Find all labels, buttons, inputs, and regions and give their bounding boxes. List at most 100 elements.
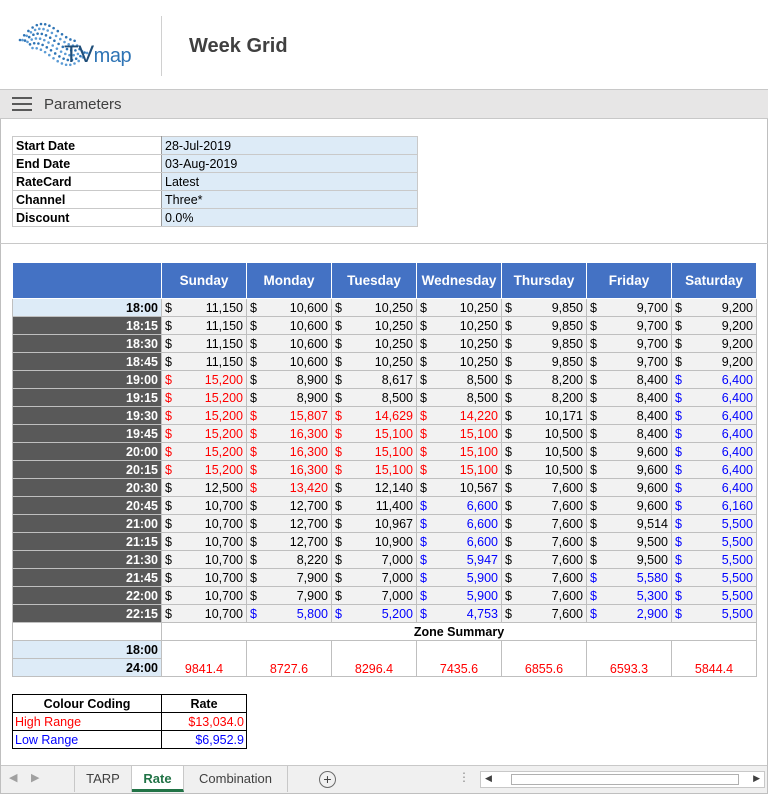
rate-cell[interactable]: $15,200	[161, 406, 247, 425]
rate-cell[interactable]: $6,400	[671, 406, 757, 425]
rate-cell[interactable]: $10,700	[161, 586, 247, 605]
hamburger-menu-icon[interactable]	[12, 97, 32, 113]
rate-cell[interactable]: $6,600	[416, 496, 502, 515]
rate-cell[interactable]: $8,900	[246, 370, 332, 389]
tab-scroll-left-icon[interactable]: ◀	[9, 771, 17, 784]
rate-cell[interactable]: $5,580	[586, 568, 672, 587]
rate-cell[interactable]: $5,900	[416, 586, 502, 605]
rate-cell[interactable]: $5,300	[586, 586, 672, 605]
rate-cell[interactable]: $8,400	[586, 424, 672, 443]
rate-cell[interactable]: $10,700	[161, 514, 247, 533]
rate-cell[interactable]: $12,140	[331, 478, 417, 497]
parameter-value[interactable]: 0.0%	[161, 208, 418, 227]
rate-cell[interactable]: $5,200	[331, 604, 417, 623]
rate-cell[interactable]: $16,300	[246, 442, 332, 461]
rate-cell[interactable]: $9,600	[586, 460, 672, 479]
rate-cell[interactable]: $11,400	[331, 496, 417, 515]
rate-cell[interactable]: $12,700	[246, 514, 332, 533]
rate-cell[interactable]: $10,700	[161, 496, 247, 515]
scroll-right-icon[interactable]: ▶	[753, 773, 760, 784]
rate-cell[interactable]: $5,947	[416, 550, 502, 569]
rate-cell[interactable]: $10,250	[331, 298, 417, 317]
rate-cell[interactable]: $5,500	[671, 604, 757, 623]
rate-cell[interactable]: $5,500	[671, 532, 757, 551]
rate-cell[interactable]: $10,500	[501, 424, 587, 443]
rate-cell[interactable]: $10,250	[416, 334, 502, 353]
more-options-icon[interactable]: ⋮	[458, 770, 470, 784]
rate-cell[interactable]: $7,600	[501, 550, 587, 569]
rate-cell[interactable]: $9,850	[501, 352, 587, 371]
parameter-value[interactable]: Latest	[161, 172, 418, 191]
rate-cell[interactable]: $10,600	[246, 334, 332, 353]
rate-cell[interactable]: $9,700	[586, 352, 672, 371]
rate-cell[interactable]: $11,150	[161, 316, 247, 335]
rate-cell[interactable]: $10,567	[416, 478, 502, 497]
parameter-value[interactable]: Three*	[161, 190, 418, 209]
rate-cell[interactable]: $15,100	[416, 460, 502, 479]
rate-cell[interactable]: $10,700	[161, 550, 247, 569]
rate-cell[interactable]: $15,100	[331, 442, 417, 461]
rate-cell[interactable]: $6,600	[416, 514, 502, 533]
rate-cell[interactable]: $6,400	[671, 460, 757, 479]
rate-cell[interactable]: $5,500	[671, 586, 757, 605]
rate-cell[interactable]: $12,700	[246, 532, 332, 551]
rate-cell[interactable]: $16,300	[246, 424, 332, 443]
rate-cell[interactable]: $9,700	[586, 316, 672, 335]
rate-cell[interactable]: $10,600	[246, 298, 332, 317]
rate-cell[interactable]: $10,250	[416, 352, 502, 371]
rate-cell[interactable]: $8,617	[331, 370, 417, 389]
parameter-value[interactable]: 03-Aug-2019	[161, 154, 418, 173]
rate-cell[interactable]: $9,850	[501, 316, 587, 335]
rate-cell[interactable]: $8,220	[246, 550, 332, 569]
rate-cell[interactable]: $11,150	[161, 334, 247, 353]
rate-cell[interactable]: $6,400	[671, 370, 757, 389]
rate-cell[interactable]: $10,600	[246, 316, 332, 335]
rate-cell[interactable]: $10,250	[416, 316, 502, 335]
rate-cell[interactable]: $4,753	[416, 604, 502, 623]
rate-cell[interactable]: $10,171	[501, 406, 587, 425]
rate-cell[interactable]: $7,000	[331, 586, 417, 605]
rate-cell[interactable]: $8,400	[586, 406, 672, 425]
rate-cell[interactable]: $15,200	[161, 442, 247, 461]
rate-cell[interactable]: $10,900	[331, 532, 417, 551]
rate-cell[interactable]: $12,500	[161, 478, 247, 497]
rate-cell[interactable]: $16,300	[246, 460, 332, 479]
tab-combination[interactable]: Combination	[184, 766, 288, 792]
rate-cell[interactable]: $9,200	[671, 352, 757, 371]
rate-cell[interactable]: $7,600	[501, 532, 587, 551]
rate-cell[interactable]: $12,700	[246, 496, 332, 515]
rate-cell[interactable]: $15,100	[416, 442, 502, 461]
rate-cell[interactable]: $7,000	[331, 568, 417, 587]
rate-cell[interactable]: $8,200	[501, 388, 587, 407]
rate-cell[interactable]: $6,400	[671, 424, 757, 443]
rate-cell[interactable]: $7,900	[246, 568, 332, 587]
rate-cell[interactable]: $15,100	[331, 424, 417, 443]
rate-cell[interactable]: $9,200	[671, 316, 757, 335]
rate-cell[interactable]: $8,400	[586, 370, 672, 389]
rate-cell[interactable]: $7,600	[501, 604, 587, 623]
rate-cell[interactable]: $5,500	[671, 514, 757, 533]
rate-cell[interactable]: $5,900	[416, 568, 502, 587]
rate-cell[interactable]: $9,850	[501, 334, 587, 353]
parameters-bar[interactable]: Parameters	[0, 89, 768, 119]
tab-scroll-right-icon[interactable]: ▶	[31, 771, 39, 784]
rate-cell[interactable]: $9,700	[586, 298, 672, 317]
rate-cell[interactable]: $10,250	[331, 316, 417, 335]
rate-cell[interactable]: $11,150	[161, 298, 247, 317]
rate-cell[interactable]: $10,500	[501, 442, 587, 461]
rate-cell[interactable]: $5,500	[671, 550, 757, 569]
rate-cell[interactable]: $8,500	[416, 388, 502, 407]
rate-cell[interactable]: $8,900	[246, 388, 332, 407]
add-sheet-icon[interactable]: +	[319, 771, 336, 788]
rate-cell[interactable]: $5,500	[671, 568, 757, 587]
rate-cell[interactable]: $15,200	[161, 460, 247, 479]
rate-cell[interactable]: $8,500	[416, 370, 502, 389]
rate-cell[interactable]: $10,250	[331, 334, 417, 353]
rate-cell[interactable]: $15,807	[246, 406, 332, 425]
horizontal-scrollbar[interactable]: ◀ ▶	[480, 771, 765, 788]
rate-cell[interactable]: $15,200	[161, 388, 247, 407]
rate-cell[interactable]: $15,100	[331, 460, 417, 479]
rate-cell[interactable]: $6,400	[671, 442, 757, 461]
rate-cell[interactable]: $9,600	[586, 478, 672, 497]
tab-tarp[interactable]: TARP	[74, 766, 132, 792]
